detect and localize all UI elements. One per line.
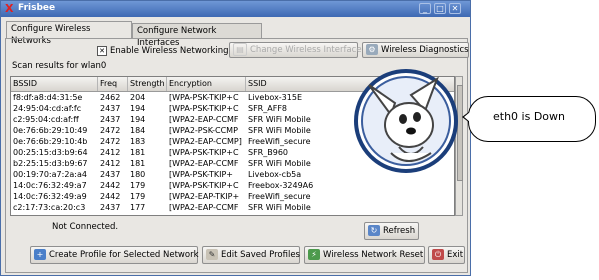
frisbee-dog-mascot [354,69,458,173]
plus-icon: + [34,249,46,260]
tab-configure-network-interfaces[interactable]: Configure Network Interfaces [132,23,262,48]
table-cell: 183 [130,137,146,146]
table-cell: 2472 [100,126,121,135]
table-cell: Livebox-cb5a [248,170,302,179]
edit-icon: ✎ [206,249,218,260]
table-cell: [WPA2-EAP-CCMF [169,203,239,212]
maximize-icon[interactable]: □ [434,3,446,14]
exit-icon: ⏻ [432,249,444,260]
table-cell: f8:df:a8:d4:31:5e [13,93,83,102]
table-cell: 0e:76:6b:29:10:49 [13,126,88,135]
table-cell: 00:19:70:a7:2a:a4 [13,170,87,179]
tab-configure-wireless-networks[interactable]: Configure Wireless Networks [6,21,132,46]
table-cell: 2462 [100,93,121,102]
enable-wireless-toggle[interactable]: ✕ Enable Wireless Networking [97,45,229,57]
table-cell: SFR WiFi Mobile [248,203,311,212]
column-header-bssid[interactable]: BSSID [11,77,98,91]
table-cell: SFR WiFi Mobile [248,126,311,135]
speech-bubble-tail-fill [464,112,470,122]
table-cell: 194 [130,104,146,113]
refresh-icon: ↻ [368,225,380,236]
table-cell: Livebox-315E [248,93,303,102]
table-cell: [WPA-PSK-TKIP+C [169,148,239,157]
frisbee-window: X Frisbee _ □ ✕ Configure Wireless Netwo… [0,0,471,276]
table-cell: [WPA-PSK-TKIP+C [169,93,239,102]
table-cell: 2437 [100,104,121,113]
column-header-encryption[interactable]: Encryption [167,77,246,91]
minimize-icon[interactable]: _ [419,3,431,14]
table-row[interactable]: 14:0c:76:32:49:a7 2442 179 [WPA-PSK-TKIP+C F… [11,180,454,191]
table-cell: 181 [130,148,146,157]
table-cell: 2472 [100,137,121,146]
change-interface-button[interactable]: ▤ Change Wireless Interface [229,42,362,58]
column-header-freq[interactable]: Freq [98,77,128,91]
table-cell: SFR_AFF8 [248,104,288,113]
table-cell: 181 [130,159,146,168]
table-cell: 2437 [100,170,121,179]
wireless-network-reset-button[interactable]: ⚡ Wireless Network Reset [304,246,425,264]
table-cell: SFR WiFi Mobile [248,115,311,124]
table-cell: SFR_B960 [248,148,288,157]
table-cell: 2442 [100,181,121,190]
table-cell: 00:25:15:d3:b9:64 [13,148,88,157]
enable-wireless-checkbox[interactable]: ✕ [97,45,107,56]
table-cell: 14:0c:76:32:49:a9 [13,192,87,201]
exit-button[interactable]: ⏻ Exit [428,246,465,264]
table-cell: c2:95:04:cd:af:ff [13,115,79,124]
gear-icon: ⚙ [366,44,378,55]
edit-saved-profiles-button[interactable]: ✎ Edit Saved Profiles [202,246,300,264]
table-cell: [WPA-PSK-TKIP+C [169,104,239,113]
x-icon: X [5,2,14,15]
speech-bubble-text: eth0 is Down [493,110,565,123]
table-cell: 2442 [100,192,121,201]
table-cell: 179 [130,192,146,201]
table-cell: Freebox-3249A6 [248,181,314,190]
table-cell: [WPA2-EAP-TKIP+ [169,192,240,201]
connection-status: Not Connected. [52,222,119,232]
table-cell: b2:25:15:d3:b9:67 [13,159,88,168]
table-cell: [WPA2-EAP-CCMF [169,115,239,124]
table-cell: [WPA-PSK-TKIP+ [169,170,234,179]
table-cell: 184 [130,126,146,135]
table-cell: 194 [130,115,146,124]
scan-results-label: Scan results for wlan0 [12,61,107,71]
table-cell: 2412 [100,159,121,168]
network-icon: ⚡ [308,249,320,260]
close-icon[interactable]: ✕ [449,3,461,14]
column-header-strength[interactable]: Strength [128,77,167,91]
table-cell: [WPA2-PSK-CCMP [169,126,238,135]
table-cell: [WPA-PSK-TKIP+C [169,181,239,190]
window-title: Frisbee [18,3,56,13]
table-cell: SFR WiFi Mobile [248,159,311,168]
table-cell: 14:0c:76:32:49:a7 [13,181,87,190]
network-card-icon: ▤ [233,43,247,56]
table-row[interactable]: c2:17:73:ca:20:c3 2437 177 [WPA2-EAP-CCMF SF… [11,202,454,213]
table-cell: 24:95:04:cd:af:fc [13,104,82,113]
table-cell: [WPA2-EAP-CCMP] [169,137,242,146]
table-cell: FreeWifi_secure [248,192,311,201]
enable-wireless-label: Enable Wireless Networking [110,46,229,56]
refresh-button[interactable]: ↻ Refresh [364,222,419,240]
table-cell: 179 [130,181,146,190]
table-cell: 180 [130,170,146,179]
table-cell: 2437 [100,115,121,124]
table-cell: 177 [130,203,146,212]
table-cell: 204 [130,93,146,102]
table-cell: c2:17:73:ca:20:c3 [13,203,86,212]
table-cell: FreeWifi_secure [248,137,311,146]
create-profile-button[interactable]: + Create Profile for Selected Network [30,246,199,264]
table-cell: [WPA2-EAP-CCMF [169,159,239,168]
table-cell: 0e:76:6b:29:10:4b [13,137,88,146]
table-cell: 2437 [100,203,121,212]
wireless-diagnostics-button[interactable]: ⚙ Wireless Diagnostics [362,42,469,58]
table-row[interactable]: 14:0c:76:32:49:a9 2442 179 [WPA2-EAP-TKIP+ F… [11,191,454,202]
table-cell: 2412 [100,148,121,157]
title-bar: X Frisbee _ □ ✕ [1,1,470,17]
